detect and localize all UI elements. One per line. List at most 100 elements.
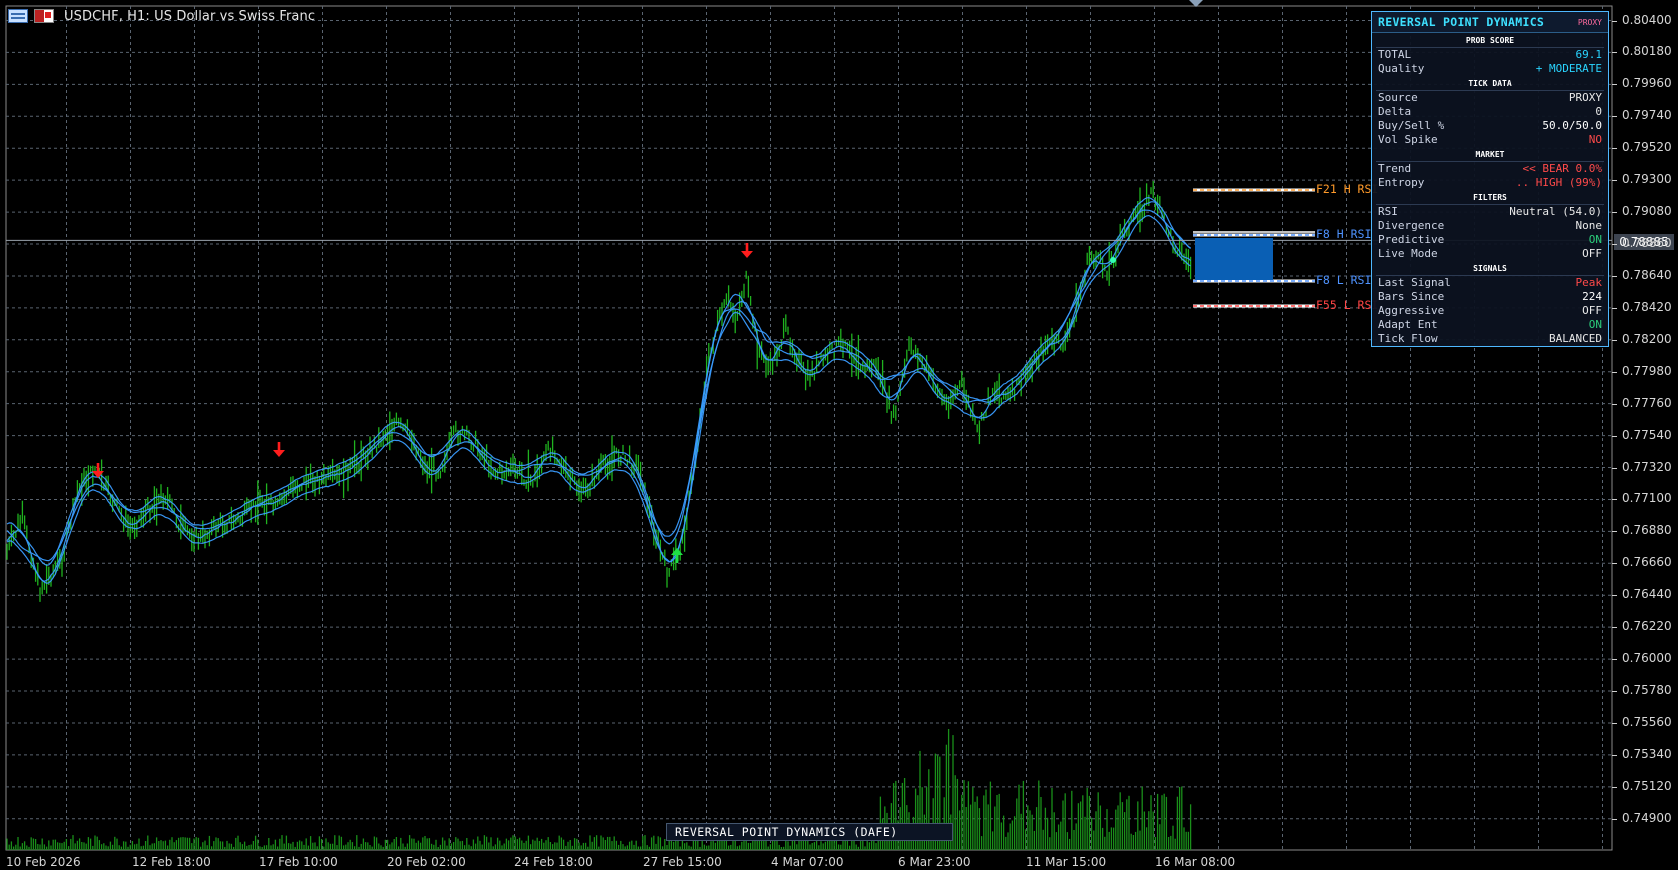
price-tick-label: 0.75560 [1622, 714, 1672, 729]
panel-row-value: NO [1588, 133, 1602, 146]
price-tick [1612, 722, 1617, 724]
panel-row-key: Last Signal [1378, 276, 1451, 289]
panel-row: Buy/Sell % 50.0/50.0 [1372, 119, 1608, 133]
price-tick [1612, 52, 1617, 54]
panel-row-key: Buy/Sell % [1378, 119, 1445, 132]
price-candles [6, 181, 1192, 602]
panel-row-key: Tick Flow [1378, 332, 1438, 345]
panel-header[interactable]: REVERSAL POINT DYNAMICS PROXY [1372, 12, 1608, 33]
panel-row-value: Neutral (54.0) [1509, 205, 1602, 218]
price-tick [1612, 499, 1617, 501]
price-tick [1612, 339, 1617, 341]
flag-icon[interactable] [34, 9, 54, 23]
dashboard-panel[interactable]: REVERSAL POINT DYNAMICS PROXY PROB SCORE… [1371, 11, 1609, 347]
panel-row-key: TOTAL [1378, 48, 1412, 61]
panel-row-value: + MODERATE [1535, 62, 1602, 75]
time-tick-label: 17 Feb 10:00 [259, 855, 338, 869]
price-tick-label: 0.75340 [1622, 746, 1672, 761]
time-tick-label: 4 Mar 07:00 [771, 855, 844, 869]
band-line-2 [6, 214, 1191, 584]
panel-section-title: MARKET [1376, 149, 1604, 162]
panel-row: Delta 0 [1372, 105, 1608, 119]
price-tick-label: 0.75120 [1622, 778, 1672, 793]
price-tick-label: 0.80180 [1622, 44, 1672, 59]
price-tick-label: 0.78420 [1622, 299, 1672, 314]
panel-row: Bars Since 224 [1372, 290, 1608, 304]
time-tick-label: 24 Feb 18:00 [514, 855, 593, 869]
volume-histogram [6, 729, 1192, 850]
price-tick [1612, 212, 1617, 214]
panel-row: Tick Flow BALANCED [1372, 332, 1608, 346]
symbol-info: USDCHF, H1: US Dollar vs Swiss Franc [64, 8, 316, 24]
panel-row-value: ON [1588, 233, 1602, 246]
price-tick [1612, 244, 1617, 245]
price-tick [1612, 595, 1617, 597]
band-line-0 [6, 201, 1192, 582]
price-tick [1612, 403, 1617, 405]
panel-row: Divergence None [1372, 219, 1608, 233]
panel-section-title: PROB SCORE [1376, 35, 1604, 48]
panel-row: Entropy .. HIGH (99%) [1372, 176, 1608, 190]
price-tick [1612, 84, 1617, 86]
price-tick-label: 0.76000 [1622, 651, 1672, 666]
panel-row-key: Bars Since [1378, 290, 1445, 303]
chart-window[interactable]: USDCHF, H1: US Dollar vs Swiss Franc 0.7… [0, 0, 1678, 870]
panel-row-key: Live Mode [1378, 247, 1438, 260]
level-label: F55 L RSI [1316, 298, 1379, 312]
panel-row-value: OFF [1582, 304, 1602, 317]
panel-row-value: 0 [1595, 105, 1602, 118]
price-tick-label: 0.76880 [1622, 523, 1672, 538]
signal-dot [1110, 257, 1116, 263]
price-tick-label: 0.78640 [1622, 267, 1672, 282]
price-tick [1612, 20, 1617, 22]
time-tick-label: 20 Feb 02:00 [387, 855, 466, 869]
price-tick-label: 0.79960 [1622, 76, 1672, 91]
panel-row-value: 69.1 [1575, 48, 1603, 61]
panel-section-title: FILTERS [1376, 192, 1604, 205]
chart-grid-icon[interactable] [8, 9, 28, 23]
price-tick-label: 0.76440 [1622, 587, 1672, 602]
chart-shift-marker[interactable] [1189, 0, 1203, 7]
price-tick [1612, 275, 1617, 277]
price-tick [1612, 116, 1617, 118]
price-tick [1612, 563, 1617, 565]
projection-zone [1195, 238, 1273, 280]
panel-row: Quality + MODERATE [1372, 62, 1608, 76]
peak-arrow-icon [273, 442, 285, 457]
price-tick-label: 0.79300 [1622, 172, 1672, 187]
reversal-bands [6, 196, 1192, 584]
price-tick [1612, 435, 1617, 437]
panel-row: Source PROXY [1372, 91, 1608, 105]
price-tick-label: 0.79520 [1622, 140, 1672, 155]
indicator-name-label[interactable]: REVERSAL POINT DYNAMICS (DAFE) [666, 823, 953, 841]
price-tick [1612, 627, 1617, 629]
price-tick-label: 0.77760 [1622, 395, 1672, 410]
price-tick-label: 0.75780 [1622, 683, 1672, 698]
panel-row-value: ON [1588, 318, 1602, 331]
panel-row-key: Trend [1378, 162, 1412, 175]
panel-row: Aggressive OFF [1372, 304, 1608, 318]
panel-row-key: Quality [1378, 62, 1425, 75]
price-tick-label: 0.74900 [1622, 810, 1672, 825]
panel-row-key: Entropy [1378, 176, 1425, 189]
panel-row: Adapt Ent ON [1372, 318, 1608, 332]
panel-title: REVERSAL POINT DYNAMICS [1378, 15, 1545, 29]
level-label: F21 H RSI [1316, 182, 1379, 196]
time-tick-label: 16 Mar 08:00 [1155, 855, 1236, 869]
peak-arrow-icon [741, 243, 753, 258]
band-line-1 [6, 196, 1191, 566]
panel-row-value: OFF [1582, 247, 1602, 260]
panel-section-title: TICK DATA [1376, 78, 1604, 91]
price-tick [1612, 180, 1617, 182]
panel-row-key: Predictive [1378, 233, 1445, 246]
time-tick-label: 12 Feb 18:00 [132, 855, 211, 869]
panel-row: Trend << BEAR 0.0% [1372, 162, 1608, 176]
panel-row-value: .. HIGH (99%) [1515, 176, 1602, 189]
panel-row-key: RSI [1378, 205, 1398, 218]
price-tick [1612, 148, 1617, 150]
price-tick-label: 0.77540 [1622, 427, 1672, 442]
panel-body: PROB SCORE TOTAL 69.1 Quality + MODERATE TICK… [1372, 35, 1608, 346]
panel-row: RSI Neutral (54.0) [1372, 205, 1608, 219]
time-tick-label: 27 Feb 15:00 [643, 855, 722, 869]
price-tick [1612, 307, 1617, 309]
